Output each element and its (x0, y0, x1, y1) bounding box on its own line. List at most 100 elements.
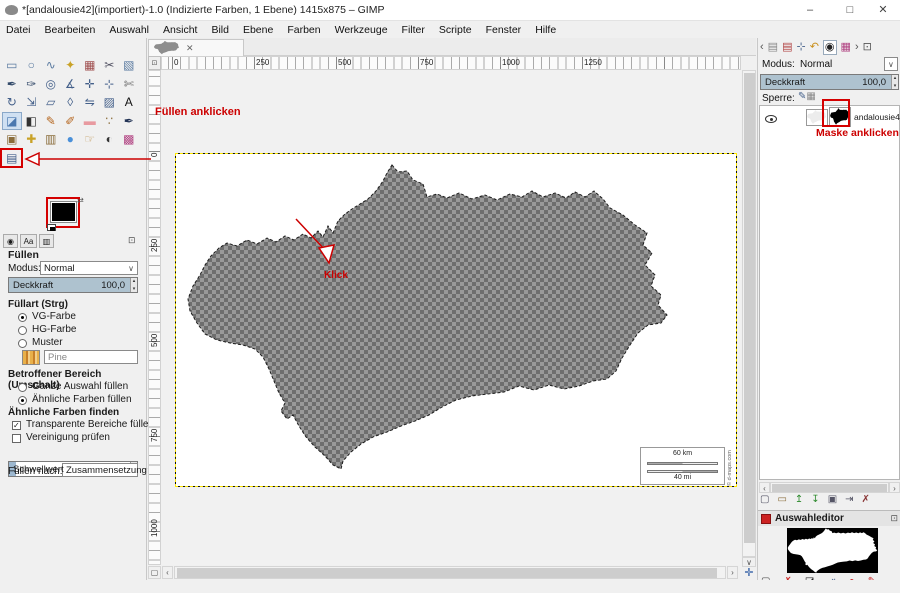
menu-filter[interactable]: Filter (402, 24, 425, 36)
raise-layer-button[interactable]: ↥ (795, 494, 803, 505)
tool-options-dock-tab[interactable]: ◉ (3, 234, 18, 248)
layers-opacity-slider[interactable]: Deckkraft 100,0 ▴▾ (760, 74, 899, 90)
default-colors-icon[interactable] (47, 224, 56, 231)
free-select-tool[interactable]: ∿ (41, 56, 61, 75)
maximize-button[interactable]: □ (835, 0, 865, 20)
channels-tab[interactable]: ▤ (782, 41, 792, 54)
airbrush-tool[interactable]: ∵ (100, 112, 120, 131)
select-by-color-tool[interactable]: ▦ (80, 56, 100, 75)
flip-tool[interactable]: ⇋ (80, 93, 100, 112)
rotate-tool[interactable]: ↻ (2, 93, 22, 112)
delete-layer-button[interactable]: ✗ (862, 494, 870, 505)
navigation-cross-icon[interactable]: ✛ (742, 566, 756, 580)
vertical-scrollbar[interactable] (742, 70, 756, 557)
scroll-left-icon[interactable]: ‹ (759, 482, 770, 493)
image-tab[interactable]: ✕ (148, 39, 244, 56)
layers-h-scrollbar[interactable] (770, 482, 889, 493)
paintbrush-tool[interactable]: ✐ (61, 112, 81, 131)
quickmask-toggle[interactable]: ▢ (148, 566, 161, 579)
menu-fenster[interactable]: Fenster (486, 24, 522, 36)
pencil-tool[interactable]: ✎ (41, 112, 61, 131)
shear-tool[interactable]: ▱ (41, 93, 61, 112)
vertical-ruler[interactable]: 02505007501000 (148, 70, 161, 565)
canvas-page[interactable]: Klick 60 km 40 mi © d-maps.com (175, 153, 737, 487)
heal-tool[interactable]: ✚ (22, 130, 42, 149)
paths-tool[interactable]: ✒ (2, 75, 22, 94)
move-tool[interactable]: ✛ (80, 75, 100, 94)
mode-dropdown[interactable]: Normal ∨ (40, 261, 138, 275)
horizontal-ruler[interactable]: 025050075010001250 (161, 56, 741, 70)
rectangle-select-tool[interactable]: ▭ (2, 56, 22, 75)
fill-type-pattern[interactable]: Muster (18, 337, 63, 348)
align-tool[interactable]: ⊹ (100, 75, 120, 94)
dock-right-arrow[interactable]: › (855, 41, 859, 54)
menu-ebene[interactable]: Ebene (243, 24, 273, 36)
menu-auswahl[interactable]: Auswahl (109, 24, 149, 36)
paths-tab[interactable]: ⊹ (796, 41, 805, 54)
opacity-slider[interactable]: Deckkraft 100,0 ▴▾ (8, 277, 138, 293)
fill-similar-colors[interactable]: Ähnliche Farben füllen (18, 394, 132, 405)
menu-hilfe[interactable]: Hilfe (535, 24, 556, 36)
fuzzy-select-tool[interactable]: ✦ (61, 56, 81, 75)
scissors-select-tool[interactable]: ✂ (100, 56, 120, 75)
undo-history-tab[interactable]: ↶ (810, 41, 819, 54)
perspective-clone-tool[interactable]: ▥ (41, 130, 61, 149)
colors-tool[interactable]: ▩ (119, 130, 139, 149)
smudge-tool[interactable]: ☞ (80, 130, 100, 149)
close-button[interactable]: ✕ (868, 0, 898, 20)
ellipse-select-tool[interactable]: ○ (22, 56, 42, 75)
scroll-left-icon[interactable]: ‹ (162, 566, 173, 579)
cage-transform-tool[interactable]: ▨ (100, 93, 120, 112)
andalusia-map-image[interactable] (176, 154, 738, 488)
close-tab-icon[interactable]: ✕ (186, 43, 194, 54)
measure-tool[interactable]: ∡ (61, 75, 81, 94)
dock-menu-icon[interactable]: ⊡ (863, 41, 872, 54)
menu-scripte[interactable]: Scripte (439, 24, 472, 36)
gradient-tool[interactable]: ◧ (22, 112, 42, 131)
clone-tool[interactable]: ▣ (2, 130, 22, 149)
duplicate-layer-button[interactable]: ▣ (828, 494, 837, 505)
pattern-name-field[interactable]: Pine (44, 350, 138, 364)
foreground-color-swatch[interactable] (51, 202, 76, 222)
pattern-swatch[interactable] (22, 350, 40, 365)
fill-type-fg[interactable]: VG-Farbe (18, 311, 76, 322)
selection-editor-tab[interactable]: Auswahleditor ⊡ (758, 510, 900, 526)
scale-tool[interactable]: ⇲ (22, 93, 42, 112)
menu-bild[interactable]: Bild (211, 24, 229, 36)
sample-merged-checkbox[interactable]: Vereinigung prüfen (12, 432, 110, 443)
layer-name[interactable]: andalousie42.g (854, 112, 900, 122)
lock-alpha-icon[interactable]: ▦ (806, 91, 815, 102)
map-selection-outline[interactable] (188, 165, 667, 469)
dock-menu-icon[interactable]: ⊡ (128, 235, 136, 246)
histogram-dock-tab[interactable]: ▥ (39, 234, 54, 248)
fill-type-bg[interactable]: HG-Farbe (18, 324, 76, 335)
layer-group-button[interactable]: ▭ (777, 494, 786, 505)
lower-layer-button[interactable]: ↧ (811, 494, 819, 505)
menu-werkzeuge[interactable]: Werkzeuge (335, 24, 388, 36)
new-layer-button[interactable]: ▢ (760, 494, 769, 505)
perspective-tool[interactable]: ◊ (61, 93, 81, 112)
zoom-tool[interactable]: ◎ (41, 75, 61, 94)
pointer-tab[interactable]: ◉ (823, 40, 837, 55)
menu-farben[interactable]: Farben (287, 24, 320, 36)
fill-by-dropdown[interactable]: Zusammensetzung ∨ (62, 463, 138, 477)
scroll-right-icon[interactable]: › (889, 482, 900, 493)
fill-transparent-checkbox[interactable]: ✓Transparente Bereiche füllen (12, 419, 154, 430)
layers-mode-dropdown[interactable]: ∨ (884, 57, 898, 71)
anchor-layer-button[interactable]: ⇥ (845, 494, 853, 505)
selection-preview[interactable] (787, 528, 878, 573)
device-status-dock-tab[interactable]: Aa (20, 234, 37, 248)
layers-tab[interactable]: ▤ (768, 41, 778, 54)
color-picker-tool[interactable]: ✑ (22, 75, 42, 94)
scroll-right-icon[interactable]: › (727, 566, 738, 579)
crop-tool[interactable]: ✄ (119, 75, 139, 94)
ruler-corner-button[interactable]: ⊡ (148, 56, 161, 70)
swap-colors-icon[interactable]: ⇄ (77, 196, 84, 205)
minimize-button[interactable]: – (795, 0, 825, 20)
colormap-tab[interactable]: ▦ (841, 41, 851, 54)
foreground-select-tool[interactable]: ▧ (119, 56, 139, 75)
fill-whole-selection[interactable]: Ganze Auswahl füllen (18, 381, 128, 392)
menu-datei[interactable]: Datei (6, 24, 31, 36)
horizontal-scrollbar[interactable] (174, 566, 726, 579)
blur-sharpen-tool[interactable]: ● (61, 130, 81, 149)
